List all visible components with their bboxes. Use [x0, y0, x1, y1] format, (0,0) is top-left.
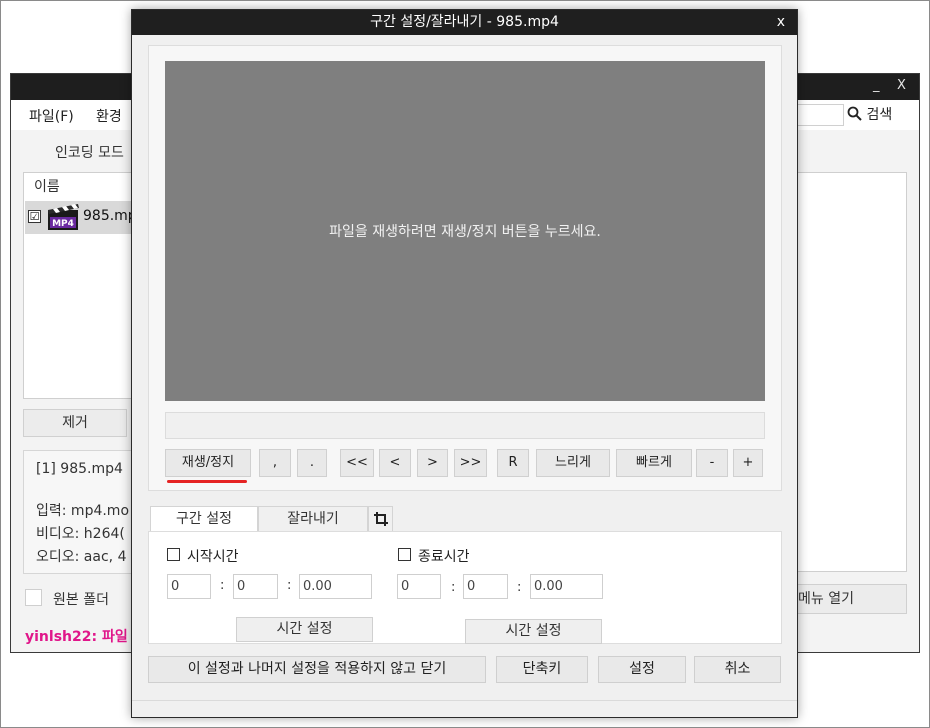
end-minute-input[interactable]: 0: [463, 574, 508, 599]
end-time-label: 종료시간: [418, 549, 470, 565]
trim-dialog: 구간 설정/잘라내기 - 985.mp4 x 파일을 재생하려면 재생/정지 버…: [131, 9, 798, 718]
next-frame-button[interactable]: .: [297, 449, 327, 477]
end-second-input[interactable]: 0.00: [530, 574, 603, 599]
right-panel: [795, 172, 907, 572]
faster-button[interactable]: 빠르게: [616, 449, 692, 477]
prev-frame-button[interactable]: ,: [259, 449, 291, 477]
end-colon: :: [451, 580, 456, 595]
svg-text:MP4: MP4: [52, 219, 74, 229]
volume-up-button[interactable]: +: [733, 449, 763, 477]
start-hour-input[interactable]: 0: [167, 574, 211, 599]
file-checkbox[interactable]: ☑: [28, 210, 41, 223]
settings-button[interactable]: 설정: [598, 656, 686, 683]
encoding-mode-label: 인코딩 모드: [55, 145, 124, 161]
rewind-button[interactable]: <: [379, 449, 411, 477]
start-colon: :: [220, 578, 225, 593]
tab-cut[interactable]: 잘라내기: [258, 506, 368, 532]
rewind-fast-button[interactable]: <<: [340, 449, 374, 477]
tab-range-setting[interactable]: 구간 설정: [150, 506, 258, 532]
original-folder-label: 원본 폴더: [53, 592, 109, 608]
forward-button[interactable]: >: [417, 449, 448, 477]
end-set-time-button[interactable]: 시간 설정: [465, 619, 602, 644]
original-folder-checkbox[interactable]: [25, 589, 42, 606]
shortcut-button[interactable]: 단축키: [496, 656, 588, 683]
volume-down-button[interactable]: -: [696, 449, 728, 477]
minimize-button[interactable]: _: [873, 78, 880, 93]
menu-file[interactable]: 파일(F): [29, 106, 74, 126]
close-without-apply-button[interactable]: 이 설정과 나머지 설정을 적용하지 않고 닫기: [148, 656, 486, 683]
mp4-file-icon: MP4: [48, 204, 79, 230]
video-message: 파일을 재생하려면 재생/정지 버튼을 누르세요.: [329, 224, 601, 240]
search-icon: [847, 106, 862, 121]
dialog-divider: [132, 700, 797, 701]
play-button-underline: [167, 480, 247, 483]
status-text: yinlsh22: 파일: [25, 629, 128, 645]
player-panel: 파일을 재생하려면 재생/정지 버튼을 누르세요. 재생/정지 , . << <…: [148, 45, 782, 491]
column-header-name[interactable]: 이름: [34, 176, 60, 196]
end-time-checkbox[interactable]: [398, 548, 411, 561]
start-set-time-button[interactable]: 시간 설정: [236, 617, 373, 642]
end-hour-input[interactable]: 0: [397, 574, 441, 599]
slower-button[interactable]: 느리게: [536, 449, 610, 477]
range-panel: 시작시간 0 : 0 : 0.00 시간 설정 종료시간 0 : 0 : 0.0…: [148, 531, 782, 644]
repeat-button[interactable]: R: [497, 449, 529, 477]
dialog-title: 구간 설정/잘라내기 - 985.mp4: [370, 14, 559, 30]
main-window-close-button[interactable]: X: [897, 78, 906, 93]
search-label: 검색: [866, 107, 893, 123]
cancel-button[interactable]: 취소: [694, 656, 781, 683]
end-colon-2: :: [517, 580, 522, 595]
dialog-close-button[interactable]: x: [777, 10, 785, 34]
search-button[interactable]: 검색: [847, 104, 892, 124]
remove-button[interactable]: 제거: [23, 409, 127, 437]
start-second-input[interactable]: 0.00: [299, 574, 372, 599]
info-audio: 오디오: aac, 4: [36, 549, 127, 565]
menu-open-button[interactable]: 메뉴 열기: [781, 584, 907, 614]
tab-crop[interactable]: [368, 506, 393, 532]
info-title: [1] 985.mp4: [36, 461, 123, 477]
forward-fast-button[interactable]: >>: [454, 449, 487, 477]
start-colon-2: :: [287, 578, 292, 593]
dialog-titlebar: 구간 설정/잘라내기 - 985.mp4 x: [132, 10, 797, 35]
menu-settings[interactable]: 환경: [96, 106, 122, 126]
seek-bar[interactable]: [165, 412, 765, 439]
video-preview[interactable]: 파일을 재생하려면 재생/정지 버튼을 누르세요.: [165, 61, 765, 401]
info-video: 비디오: h264(: [36, 526, 125, 542]
start-time-label: 시작시간: [187, 549, 239, 565]
info-input: 입력: mp4.mo: [36, 503, 130, 519]
crop-icon: [373, 512, 388, 526]
start-minute-input[interactable]: 0: [233, 574, 278, 599]
start-time-checkbox[interactable]: [167, 548, 180, 561]
play-stop-button[interactable]: 재생/정지: [165, 449, 251, 477]
